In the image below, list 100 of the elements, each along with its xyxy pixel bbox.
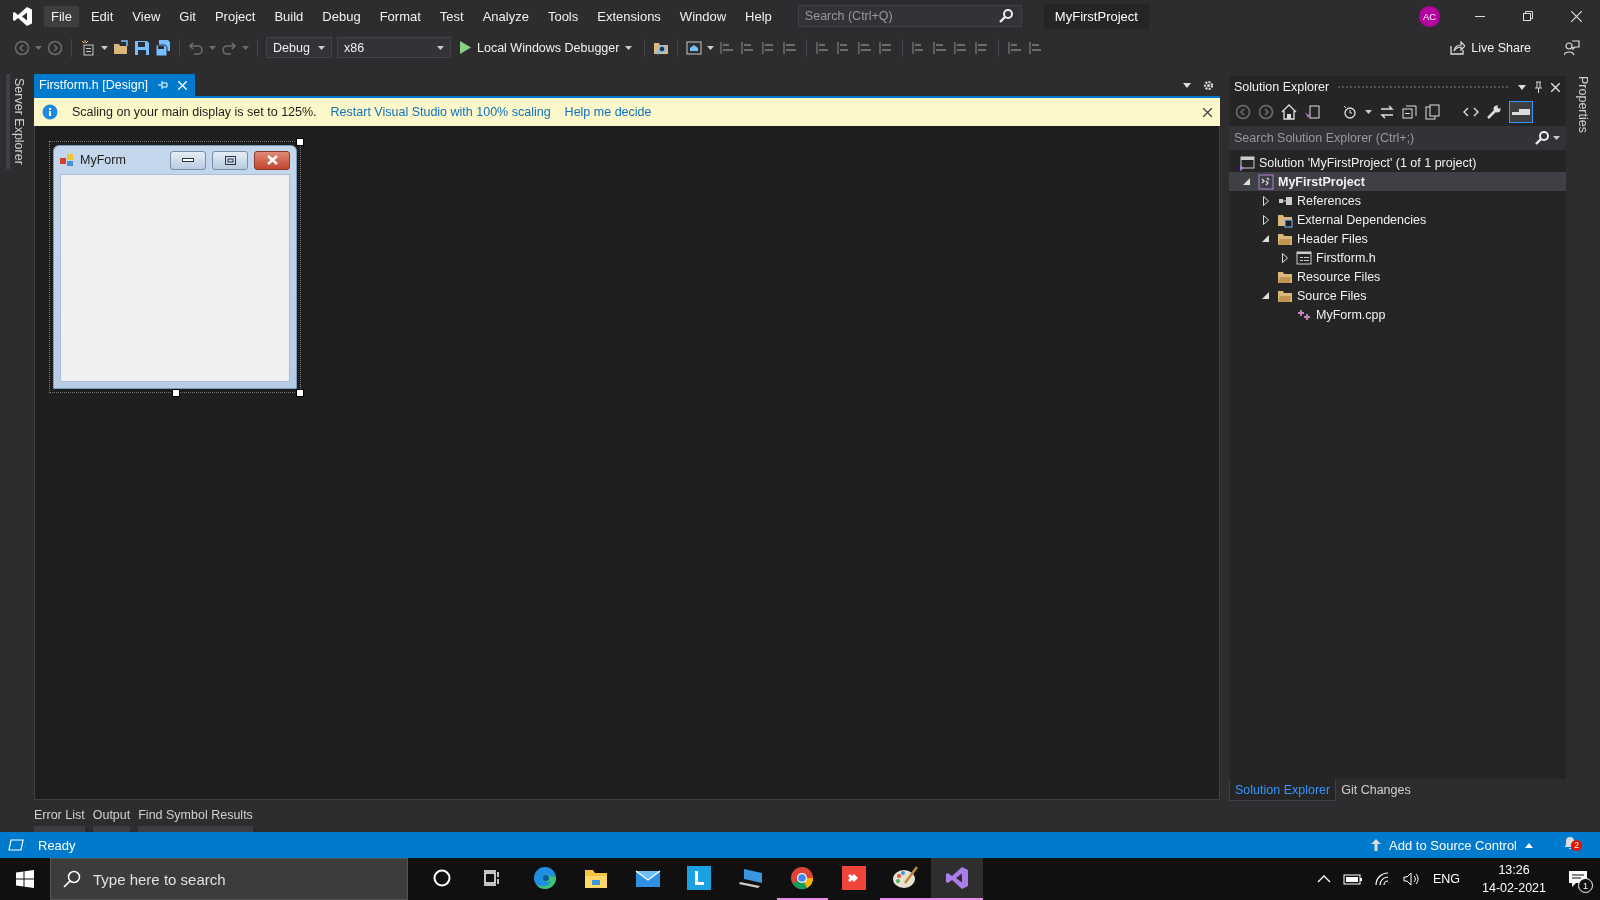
switch-views-icon[interactable]	[1304, 104, 1320, 120]
chevron-up-icon[interactable]	[1316, 875, 1331, 883]
caret-icon[interactable]	[707, 45, 715, 50]
platform-dropdown[interactable]: x86	[337, 37, 451, 58]
feedback-icon[interactable]	[1564, 39, 1580, 56]
clock[interactable]: 13:26 14-02-2021	[1482, 861, 1546, 897]
folder-icon[interactable]	[113, 39, 129, 56]
dropdown-icon[interactable]	[1183, 82, 1191, 88]
tree-item[interactable]: Header Files	[1229, 229, 1566, 248]
action-center-button[interactable]: 1	[1556, 858, 1600, 900]
menu-item[interactable]: Help	[738, 5, 779, 27]
back-icon[interactable]	[1235, 104, 1251, 120]
configuration-dropdown[interactable]: Debug	[266, 37, 332, 58]
minimize-icon[interactable]	[1475, 15, 1485, 17]
menu-item[interactable]: File	[44, 5, 79, 27]
menu-item[interactable]: Edit	[83, 5, 121, 27]
maximize-button[interactable]	[212, 150, 248, 170]
tree-item[interactable]: Solution 'MyFirstProject' (1 of 1 project)	[1229, 153, 1566, 172]
close-button[interactable]	[254, 150, 290, 170]
expanded-arrow-icon[interactable]	[1262, 235, 1269, 242]
pin-icon[interactable]	[1534, 81, 1543, 93]
copy-icon[interactable]	[1425, 104, 1441, 120]
tree-item[interactable]: MyFirstProject	[1229, 172, 1566, 191]
search-field[interactable]: Search Solution Explorer (Ctrl+;)	[1229, 126, 1566, 150]
collapsed-arrow-icon[interactable]	[1262, 214, 1269, 225]
side-tab[interactable]: Server Explorer	[6, 74, 28, 169]
resize-handle[interactable]	[172, 389, 180, 397]
tree-item[interactable]: MyForm.cpp	[1229, 305, 1566, 324]
tree-item[interactable]: Resource Files	[1229, 267, 1566, 286]
menu-item[interactable]: Test	[432, 5, 471, 27]
save-icon[interactable]	[134, 39, 150, 56]
browser-icon[interactable]	[686, 39, 703, 56]
info-link[interactable]: Help me decide	[564, 105, 652, 119]
caret-icon[interactable]	[1553, 136, 1560, 140]
align-icon[interactable]	[1007, 39, 1024, 56]
battery-icon[interactable]	[1342, 873, 1363, 885]
menu-item[interactable]: Format	[372, 5, 428, 27]
notifications-button[interactable]: 2	[1563, 835, 1582, 855]
resize-handle[interactable]	[296, 389, 304, 397]
sync-icon[interactable]	[1379, 104, 1395, 120]
resize-handle[interactable]	[296, 138, 304, 146]
align-icon[interactable]	[857, 39, 874, 56]
taskbar-button[interactable]	[931, 858, 983, 900]
home-icon[interactable]	[1281, 104, 1297, 120]
volume-icon[interactable]	[1402, 872, 1421, 886]
settings-icon[interactable]	[1203, 79, 1214, 91]
menu-item[interactable]: Analyze	[475, 5, 536, 27]
tree-item[interactable]: External Dependencies	[1229, 210, 1566, 229]
tree-item[interactable]: References	[1229, 191, 1566, 210]
align-icon[interactable]	[932, 39, 949, 56]
redo-icon[interactable]	[221, 39, 237, 56]
tree-item[interactable]: Source Files	[1229, 286, 1566, 305]
save-all-icon[interactable]	[155, 39, 171, 56]
caret-icon[interactable]	[1365, 110, 1372, 114]
menu-item[interactable]: Project	[207, 5, 263, 27]
expanded-arrow-icon[interactable]	[1262, 292, 1269, 299]
back-icon[interactable]	[14, 39, 30, 56]
taskbar-search-field[interactable]: Type here to search	[50, 858, 408, 900]
panel-tab[interactable]: Solution Explorer	[1229, 779, 1337, 801]
dropdown-icon[interactable]	[1518, 84, 1526, 90]
wifi-icon[interactable]	[1374, 872, 1391, 886]
caret-icon[interactable]	[437, 45, 444, 50]
new-project-icon[interactable]	[80, 39, 96, 56]
caret-icon[interactable]	[101, 45, 108, 50]
forward-icon[interactable]	[1258, 104, 1274, 120]
collapse-all-icon[interactable]	[1402, 104, 1418, 120]
caret-icon[interactable]	[625, 45, 633, 50]
search-field[interactable]: Search (Ctrl+Q)	[797, 5, 1022, 27]
preview-toggle[interactable]	[1509, 101, 1533, 123]
panel-tab[interactable]: Git Changes	[1336, 779, 1416, 801]
language-indicator[interactable]: ENG	[1432, 872, 1461, 886]
collapsed-arrow-icon[interactable]	[1281, 252, 1288, 263]
windows-icon[interactable]	[16, 870, 34, 888]
start-debugging-button[interactable]: Local Windows Debugger	[456, 36, 637, 59]
menu-item[interactable]: Debug	[315, 5, 368, 27]
history-icon[interactable]	[1342, 104, 1358, 120]
forward-icon[interactable]	[47, 39, 63, 56]
wrench-icon[interactable]	[1486, 104, 1502, 120]
menu-item[interactable]: Window	[672, 5, 734, 27]
tree-item[interactable]: Firstform.h	[1229, 248, 1566, 267]
source-control-button[interactable]: Add to Source Control	[1371, 837, 1533, 853]
undo-icon[interactable]	[188, 39, 204, 56]
menu-item[interactable]: View	[125, 5, 168, 27]
avatar[interactable]: AC	[1419, 5, 1440, 27]
minimize-button[interactable]	[170, 150, 206, 170]
align-icon[interactable]	[782, 39, 799, 56]
search-icon	[1535, 131, 1549, 145]
menu-item[interactable]: Extensions	[590, 5, 668, 27]
logo-icon[interactable]	[12, 5, 33, 27]
close-icon[interactable]	[1203, 107, 1212, 117]
caret-icon[interactable]	[318, 45, 325, 50]
side-tab[interactable]: Properties	[1574, 74, 1592, 137]
info-link[interactable]: Restart Visual Studio with 100% scaling	[330, 105, 551, 119]
live-share-button[interactable]: Live Share	[1446, 36, 1535, 59]
menu-item[interactable]: Git	[172, 5, 203, 27]
menu-item[interactable]: Tools	[540, 5, 586, 27]
menu-item[interactable]: Build	[267, 5, 311, 27]
restore-icon[interactable]	[1523, 11, 1533, 21]
collapsed-arrow-icon[interactable]	[1262, 195, 1269, 206]
expanded-arrow-icon[interactable]	[1243, 178, 1250, 185]
